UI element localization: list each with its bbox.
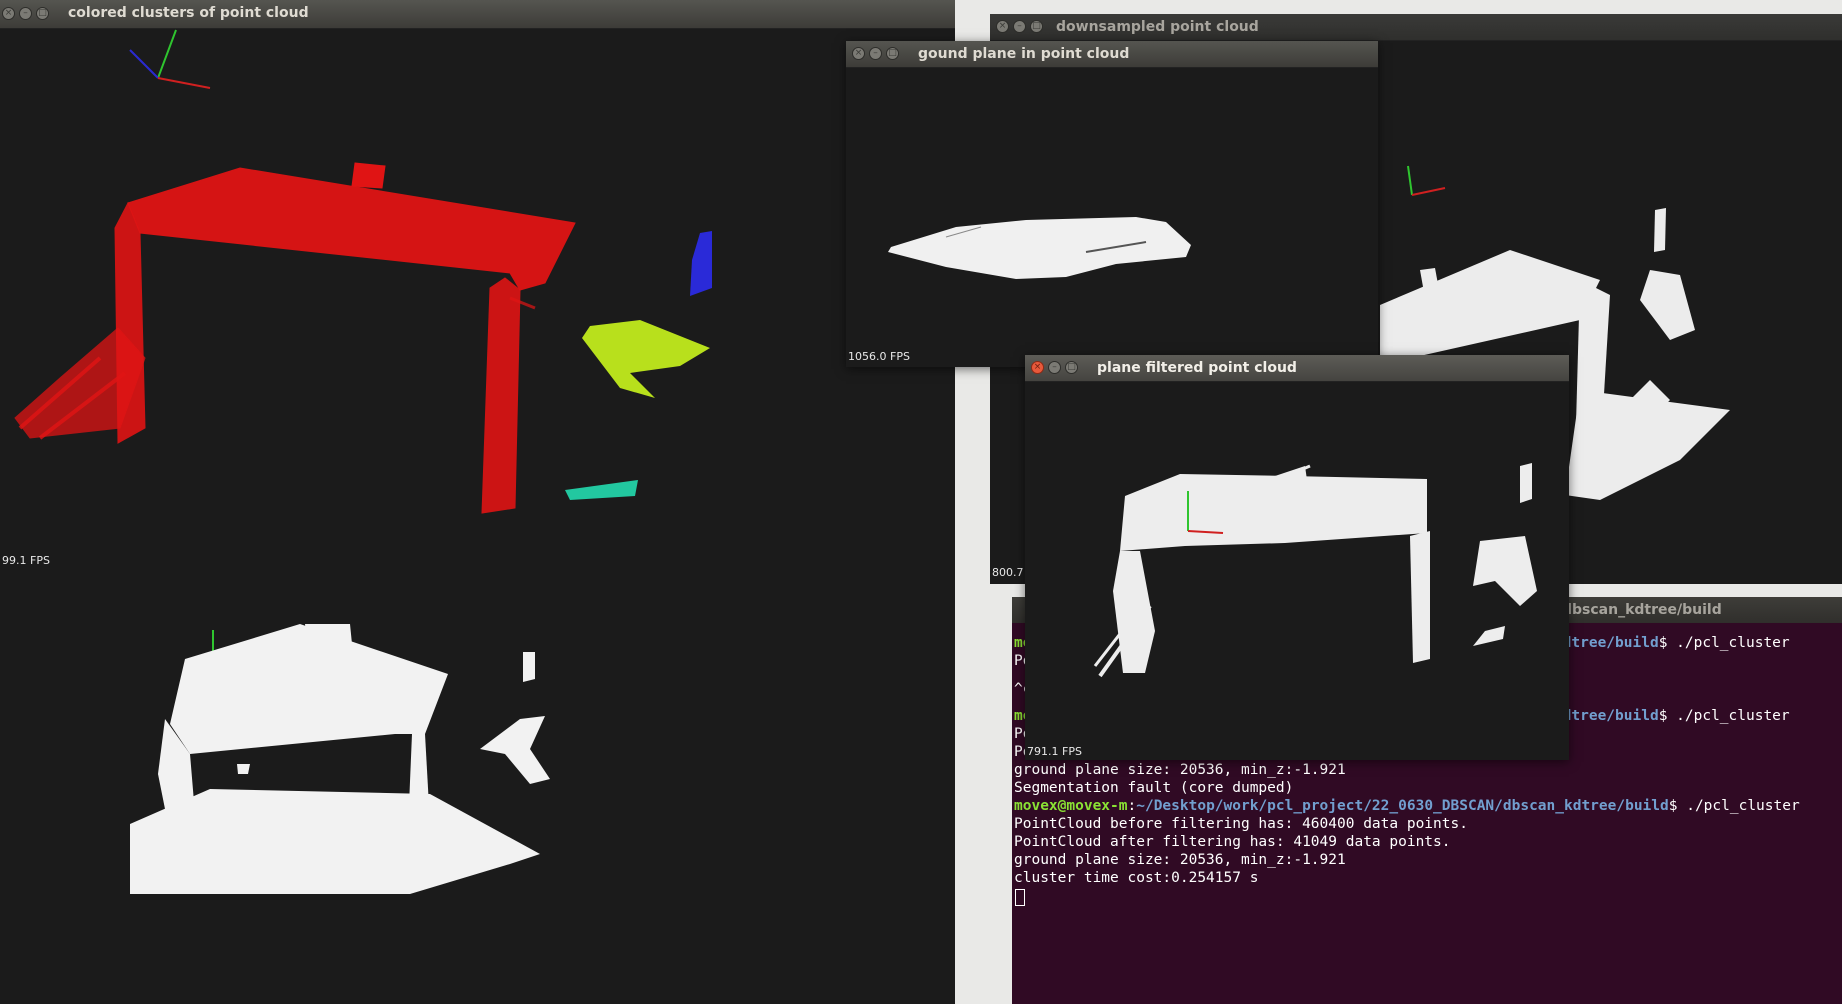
terminal-title: dbscan_kdtree/build bbox=[1562, 602, 1722, 618]
fps-readout: 800.7 bbox=[992, 566, 1024, 579]
minimize-icon[interactable]: – bbox=[1048, 361, 1061, 374]
prompt-user: movex@movex-m bbox=[1014, 798, 1128, 814]
maximize-icon[interactable]: □ bbox=[1065, 361, 1078, 374]
ground-plane-viewport[interactable] bbox=[846, 67, 1378, 367]
minimize-icon[interactable]: – bbox=[869, 47, 882, 60]
close-icon[interactable]: × bbox=[1031, 361, 1044, 374]
plane-filtered-viewport[interactable] bbox=[1025, 381, 1569, 760]
ground-plane-viewer-window[interactable]: × – □ gound plane in point cloud 1056.0 … bbox=[846, 41, 1378, 367]
terminal-line: PointCloud after filtering has: 41049 da… bbox=[1014, 834, 1451, 850]
terminal-line: movex@movex-m:~/Desktop/work/pcl_project… bbox=[1014, 797, 1800, 815]
prompt-path: ~/Desktop/work/pcl_project/22_0630_DBSCA… bbox=[1136, 798, 1669, 814]
axes-icon bbox=[1407, 165, 1446, 196]
window-title: colored clusters of point cloud bbox=[68, 5, 309, 21]
fps-readout: 791.1 FPS bbox=[1027, 745, 1082, 758]
close-icon[interactable]: × bbox=[852, 47, 865, 60]
maximize-icon[interactable]: □ bbox=[36, 7, 49, 20]
window-controls: × – □ bbox=[2, 7, 49, 20]
minimize-icon[interactable]: – bbox=[19, 7, 32, 20]
maximize-icon[interactable]: □ bbox=[1030, 20, 1043, 33]
minimize-icon[interactable]: – bbox=[1013, 20, 1026, 33]
downsampled-titlebar[interactable]: × – □ downsampled point cloud bbox=[990, 14, 1842, 41]
white-cluster bbox=[1093, 463, 1537, 678]
terminal-line: Segmentation fault (core dumped) bbox=[1014, 780, 1294, 796]
window-controls: × – □ bbox=[852, 47, 899, 60]
maximize-icon[interactable]: □ bbox=[886, 47, 899, 60]
window-title: downsampled point cloud bbox=[1056, 19, 1259, 35]
terminal-line: cluster time cost:0.254157 s bbox=[1014, 870, 1259, 886]
plane-filtered-titlebar[interactable]: × – □ plane filtered point cloud bbox=[1025, 355, 1569, 382]
terminal-line: ground plane size: 20536, min_z:-1.921 bbox=[1014, 762, 1346, 778]
window-controls: × – □ bbox=[1031, 361, 1078, 374]
plane-filtered-viewer-window[interactable]: × – □ plane filtered point cloud 791.1 F… bbox=[1025, 355, 1569, 760]
terminal-line: ground plane size: 20536, min_z:-1.921 bbox=[1014, 852, 1346, 868]
clusters-viewport[interactable] bbox=[0, 28, 955, 568]
command-text: $ ./pcl_cluster bbox=[1658, 635, 1790, 651]
terminal-line: PointCloud before filtering has: 460400 … bbox=[1014, 816, 1468, 832]
red-cluster bbox=[14, 162, 576, 514]
teal-cluster bbox=[565, 480, 638, 500]
close-icon[interactable]: × bbox=[2, 7, 15, 20]
ground-plane-titlebar[interactable]: × – □ gound plane in point cloud bbox=[846, 41, 1378, 68]
lower-viewport[interactable] bbox=[0, 574, 955, 1004]
clusters-viewer-window[interactable]: × – □ colored clusters of point cloud 99… bbox=[0, 0, 955, 1004]
blue-cluster bbox=[690, 231, 712, 296]
command-text: $ ./pcl_cluster bbox=[1668, 798, 1800, 814]
white-cluster bbox=[130, 624, 550, 894]
command-text: $ ./pcl_cluster bbox=[1658, 708, 1790, 724]
clusters-titlebar[interactable]: × – □ colored clusters of point cloud bbox=[0, 0, 955, 29]
yellow-cluster bbox=[582, 320, 710, 398]
window-controls: × – □ bbox=[996, 20, 1043, 33]
white-cluster bbox=[888, 217, 1191, 279]
window-title: plane filtered point cloud bbox=[1097, 360, 1297, 376]
close-icon[interactable]: × bbox=[996, 20, 1009, 33]
prompt-separator: : bbox=[1127, 798, 1137, 814]
window-title: gound plane in point cloud bbox=[918, 46, 1130, 62]
fps-readout: 99.1 FPS bbox=[2, 554, 50, 567]
fps-readout: 1056.0 FPS bbox=[848, 350, 910, 363]
axes-icon bbox=[129, 29, 211, 89]
terminal-cursor bbox=[1015, 889, 1025, 906]
